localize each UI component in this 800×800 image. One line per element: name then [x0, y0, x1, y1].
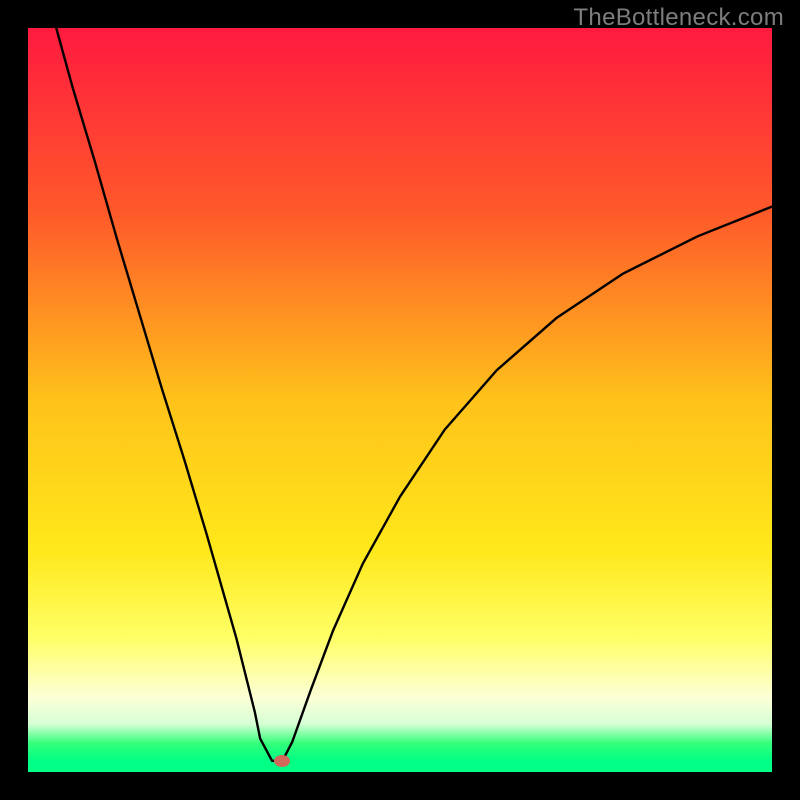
- chart-svg: [28, 28, 772, 772]
- gradient-background: [28, 28, 772, 772]
- minimum-point-marker: [274, 755, 290, 767]
- watermark-text: TheBottleneck.com: [573, 4, 784, 32]
- chart-frame: TheBottleneck.com: [0, 0, 800, 800]
- plot-area: [28, 28, 772, 772]
